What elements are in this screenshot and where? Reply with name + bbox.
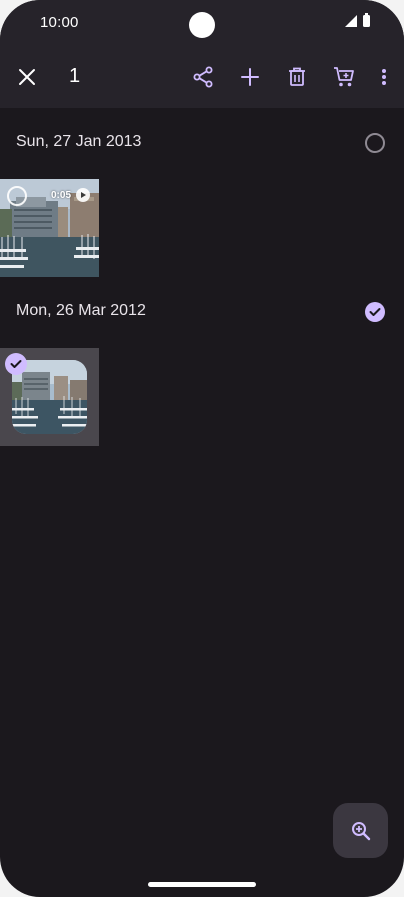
selection-action-bar: 1 [0,46,404,108]
cart-icon [334,67,354,87]
select-date-toggle[interactable] [365,302,385,322]
cart-button[interactable] [329,62,359,92]
media-thumbnail[interactable]: 0:05 [0,179,99,277]
date-header-row: Mon, 26 Mar 2012 [0,292,404,332]
delete-icon [289,67,305,86]
signal-icon [345,15,357,27]
unchecked-circle-icon [7,186,27,206]
add-icon [241,68,259,86]
share-icon [193,66,213,88]
selected-count: 1 [69,65,81,87]
check-circle-icon [5,353,27,375]
more-vert-icon [382,69,386,85]
zoom-in-icon [351,821,370,840]
status-icons [345,13,370,27]
check-circle-icon [365,302,385,322]
delete-button[interactable] [282,62,312,92]
add-button[interactable] [235,62,265,92]
media-thumbnail[interactable] [0,348,99,446]
unchecked-circle-icon [365,133,385,153]
camera-cutout [189,12,215,38]
close-icon [19,69,35,85]
status-bar: 10:00 [0,0,404,46]
date-header: Mon, 26 Mar 2012 [16,302,146,319]
select-date-toggle[interactable] [365,133,385,153]
battery-icon [363,13,370,27]
close-selection-button[interactable] [12,62,42,92]
status-time: 10:00 [40,14,79,31]
zoom-in-button[interactable] [333,803,388,858]
phone-screen: 10:00 1 Sun, 27 Jan 2013 0:05 Mon, 26 Ma… [0,0,404,897]
date-header-row: Sun, 27 Jan 2013 [0,123,404,163]
play-icon [76,188,90,202]
date-header: Sun, 27 Jan 2013 [16,133,142,150]
share-button[interactable] [188,62,218,92]
video-duration: 0:05 [50,190,71,201]
home-indicator[interactable] [148,882,256,887]
more-options-button[interactable] [369,62,399,92]
